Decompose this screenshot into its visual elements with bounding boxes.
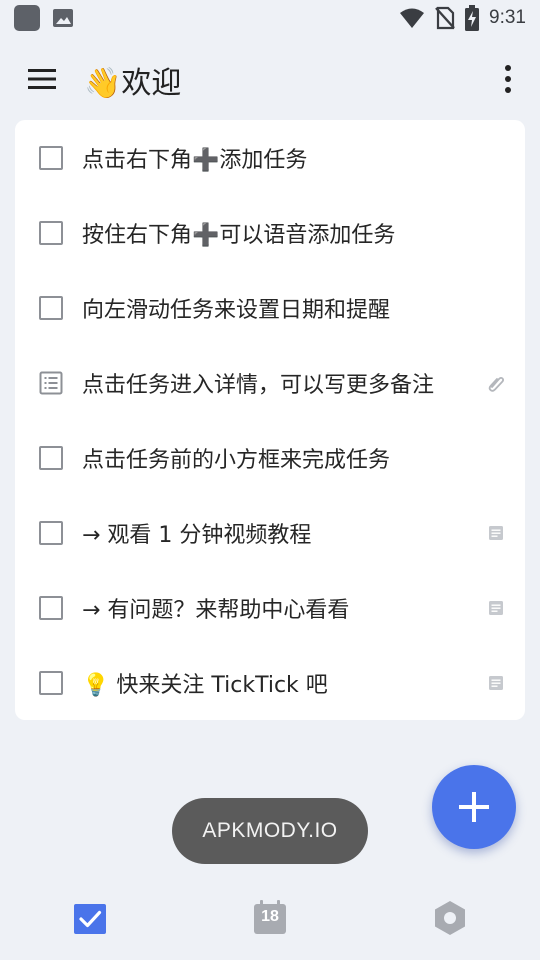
list-item[interactable]: 向左滑动任务来设置日期和提醒 [15,270,525,345]
list-item[interactable]: 💡 快来关注 TickTick 吧 [15,645,525,720]
bottom-navigation: 18 [0,880,540,960]
attachment-icon [488,376,505,392]
no-sim-icon [435,6,455,30]
more-vertical-icon[interactable] [502,64,514,94]
list-item[interactable]: → 有问题？来帮助中心看看 [15,570,525,645]
note-icon [489,675,503,690]
toast-message: APKMODY.IO [172,798,368,864]
image-icon [53,9,73,27]
plus-icon [459,792,489,822]
list-item[interactable]: 点击右下角➕添加任务 [15,120,525,195]
add-task-button[interactable] [432,765,516,849]
app-icon [14,5,40,31]
settings-hexagon-icon[interactable] [430,898,470,938]
task-checkbox[interactable] [39,145,63,170]
task-title: → 有问题？来帮助中心看看 [82,597,350,623]
calendar-day-label: 18 [261,908,279,925]
note-task-icon[interactable] [39,371,63,395]
task-checkbox[interactable] [39,220,63,245]
page-title: 👋欢迎 [84,66,182,101]
task-title: 点击任务前的小方框来完成任务 [82,447,391,473]
list-item[interactable]: 点击任务前的小方框来完成任务 [15,420,525,495]
task-title: 点击右下角➕添加任务 [82,147,308,173]
wifi-icon [400,8,425,28]
note-icon [489,600,503,615]
status-bar: 9:31 [0,0,540,36]
tasks-checkbox-icon[interactable] [70,898,110,938]
task-checkbox[interactable] [39,520,63,545]
hamburger-menu-icon[interactable] [26,66,58,92]
task-title: → 观看 1 分钟视频教程 [82,522,312,548]
task-title: 💡 快来关注 TickTick 吧 [82,672,328,698]
task-list: 点击右下角➕添加任务 按住右下角➕可以语音添加任务 向左滑动任务来设置日期和提醒… [15,120,525,720]
battery-charging-icon [465,5,480,31]
note-icon [489,525,503,540]
task-checkbox[interactable] [39,670,63,695]
list-item[interactable]: 按住右下角➕可以语音添加任务 [15,195,525,270]
task-checkbox[interactable] [39,295,63,320]
list-item[interactable]: 点击任务进入详情，可以写更多备注 [15,345,525,420]
task-title: 点击任务进入详情，可以写更多备注 [82,372,435,398]
task-title: 向左滑动任务来设置日期和提醒 [82,297,391,323]
status-time: 9:31 [489,7,526,28]
task-title: 按住右下角➕可以语音添加任务 [82,222,396,248]
list-item[interactable]: → 观看 1 分钟视频教程 [15,495,525,570]
task-checkbox[interactable] [39,445,63,470]
task-checkbox[interactable] [39,595,63,620]
top-app-bar: 👋欢迎 [0,44,540,114]
calendar-icon[interactable]: 18 [250,898,290,938]
